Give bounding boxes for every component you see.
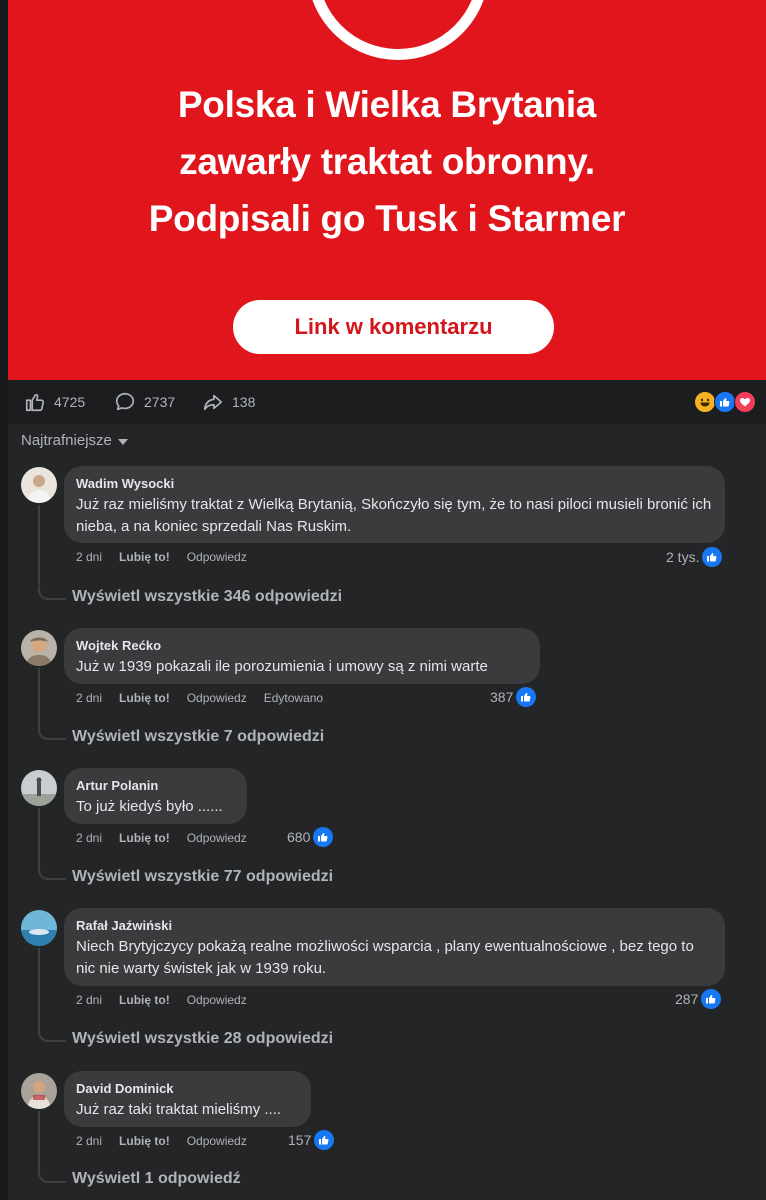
comment-bubble: Wadim Wysocki Już raz mieliśmy traktat z… bbox=[64, 466, 725, 543]
avatar[interactable] bbox=[21, 1073, 57, 1109]
comment-reactions[interactable]: 287 bbox=[675, 989, 722, 1009]
love-icon bbox=[734, 391, 756, 413]
thread-line bbox=[38, 668, 40, 726]
chevron-down-icon bbox=[117, 439, 128, 445]
comment-text: Niech Brytyjczycy pokażą realne możliwoś… bbox=[76, 938, 694, 977]
view-replies-link[interactable]: Wyświetl wszystkie 346 odpowiedzi bbox=[72, 588, 342, 606]
likes-count: 4725 bbox=[54, 394, 86, 410]
share-icon bbox=[202, 391, 224, 413]
reactions-summary[interactable] bbox=[694, 391, 756, 413]
view-replies-link[interactable]: Wyświetl wszystkie 7 odpowiedzi bbox=[72, 728, 324, 746]
like-icon bbox=[516, 687, 537, 707]
headline-line-3: Podpisali go Tusk i Starmer bbox=[148, 198, 626, 239]
like-icon bbox=[702, 547, 723, 567]
reaction-count: 287 bbox=[675, 991, 699, 1007]
reply-button[interactable]: Odpowiedz bbox=[187, 831, 247, 845]
comment-meta: 2 dni Lubię to! Odpowiedz bbox=[76, 1134, 264, 1148]
avatar[interactable] bbox=[21, 630, 57, 666]
post-headline: Polska i Wielka Brytania zawarły traktat… bbox=[8, 76, 766, 247]
comment-meta: 2 dni Lubię to! Odpowiedz Edytowano bbox=[76, 691, 340, 705]
share-action[interactable]: 138 bbox=[202, 391, 255, 413]
comment-reactions[interactable]: 2 tys. bbox=[666, 547, 723, 567]
comment-author[interactable]: Wojtek Rećko bbox=[76, 637, 528, 654]
like-icon bbox=[314, 1130, 335, 1150]
comment-reactions[interactable]: 387 bbox=[490, 687, 537, 707]
reply-button[interactable]: Odpowiedz bbox=[187, 550, 247, 564]
comment-reactions[interactable]: 157 bbox=[288, 1130, 335, 1150]
thread-line bbox=[38, 808, 40, 866]
headline-line-2: zawarły traktat obronny. bbox=[179, 141, 595, 182]
thread-connector bbox=[38, 1028, 66, 1042]
avatar[interactable] bbox=[21, 770, 57, 806]
comment-text: To już kiedyś było ...... bbox=[76, 798, 223, 815]
comment-meta: 2 dni Lubię to! Odpowiedz bbox=[76, 550, 264, 564]
comment-time[interactable]: 2 dni bbox=[76, 691, 102, 705]
comment-bubble: David Dominick Już raz taki traktat miel… bbox=[64, 1071, 311, 1127]
comment-bubble: Wojtek Rećko Już w 1939 pokazali ile por… bbox=[64, 628, 540, 684]
comment-time[interactable]: 2 dni bbox=[76, 831, 102, 845]
comment-sort-dropdown[interactable]: Najtrafniejsze bbox=[21, 432, 128, 449]
logo-ring bbox=[307, 0, 489, 60]
thumbs-up-icon bbox=[24, 391, 46, 413]
thread-line bbox=[38, 1111, 40, 1169]
view-replies-link[interactable]: Wyświetl 1 odpowiedź bbox=[72, 1170, 241, 1188]
comment-bubble: Artur Polanin To już kiedyś było ...... bbox=[64, 768, 247, 824]
comment-meta: 2 dni Lubię to! Odpowiedz bbox=[76, 831, 264, 845]
like-icon bbox=[701, 989, 722, 1009]
like-button[interactable]: Lubię to! bbox=[119, 691, 170, 705]
thread-connector bbox=[38, 866, 66, 880]
avatar[interactable] bbox=[21, 467, 57, 503]
like-action[interactable]: 4725 bbox=[24, 391, 85, 413]
comment-reactions[interactable]: 680 bbox=[287, 827, 334, 847]
avatar[interactable] bbox=[21, 910, 57, 946]
link-button[interactable]: Link w komentarzu bbox=[233, 300, 554, 354]
post-image[interactable]: Polska i Wielka Brytania zawarły traktat… bbox=[8, 0, 766, 380]
comment-bubble: Rafał Jaźwiński Niech Brytyjczycy pokażą… bbox=[64, 908, 725, 986]
comment-action[interactable]: 2737 bbox=[114, 391, 175, 413]
reply-button[interactable]: Odpowiedz bbox=[187, 1134, 247, 1148]
comment-text: Już w 1939 pokazali ile porozumienia i u… bbox=[76, 658, 488, 675]
comment-text: Już raz taki traktat mieliśmy .... bbox=[76, 1101, 282, 1118]
like-button[interactable]: Lubię to! bbox=[119, 831, 170, 845]
comments-count: 2737 bbox=[144, 394, 176, 410]
like-button[interactable]: Lubię to! bbox=[119, 550, 170, 564]
thread-connector bbox=[38, 586, 66, 600]
reaction-count: 157 bbox=[288, 1132, 312, 1148]
thread-line bbox=[38, 505, 40, 585]
like-icon bbox=[313, 827, 334, 847]
comment-time[interactable]: 2 dni bbox=[76, 1134, 102, 1148]
comment-icon bbox=[114, 391, 136, 413]
comment-author[interactable]: Artur Polanin bbox=[76, 777, 235, 794]
post-actions-bar: 4725 2737 138 bbox=[8, 380, 766, 424]
edited-label: Edytowano bbox=[263, 691, 324, 705]
left-edge bbox=[0, 0, 8, 1200]
thread-line bbox=[38, 948, 40, 1028]
comment-time[interactable]: 2 dni bbox=[76, 993, 102, 1007]
reaction-count: 680 bbox=[287, 829, 311, 845]
reaction-count: 2 tys. bbox=[666, 549, 700, 565]
comment-author[interactable]: David Dominick bbox=[76, 1080, 299, 1097]
like-button[interactable]: Lubię to! bbox=[119, 993, 170, 1007]
comment-time[interactable]: 2 dni bbox=[76, 550, 102, 564]
comment-author[interactable]: Rafał Jaźwiński bbox=[76, 917, 713, 934]
reaction-count: 387 bbox=[490, 689, 514, 705]
comment-author[interactable]: Wadim Wysocki bbox=[76, 475, 713, 492]
comment-text: Już raz mieliśmy traktat z Wielką Brytan… bbox=[76, 496, 712, 535]
like-button[interactable]: Lubię to! bbox=[119, 1134, 170, 1148]
reply-button[interactable]: Odpowiedz bbox=[187, 691, 247, 705]
headline-line-1: Polska i Wielka Brytania bbox=[177, 84, 597, 125]
haha-icon bbox=[694, 391, 716, 413]
thread-connector bbox=[38, 1169, 66, 1183]
reply-button[interactable]: Odpowiedz bbox=[187, 993, 247, 1007]
view-replies-link[interactable]: Wyświetl wszystkie 28 odpowiedzi bbox=[72, 1030, 333, 1048]
thread-connector bbox=[38, 726, 66, 740]
like-icon bbox=[714, 391, 736, 413]
shares-count: 138 bbox=[232, 394, 256, 410]
view-replies-link[interactable]: Wyświetl wszystkie 77 odpowiedzi bbox=[72, 868, 333, 886]
sort-label: Najtrafniejsze bbox=[21, 432, 112, 449]
comment-meta: 2 dni Lubię to! Odpowiedz bbox=[76, 993, 264, 1007]
